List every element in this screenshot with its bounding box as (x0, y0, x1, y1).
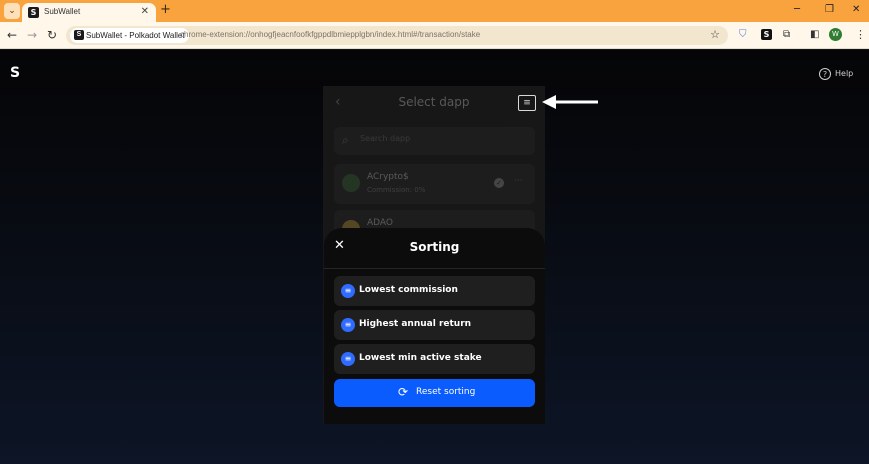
site-chip-label: SubWallet - Polkadot Wallet (86, 31, 185, 40)
sorting-sheet: ✕ Sorting ≡ Lowest commission ≡ Highest … (324, 228, 545, 424)
help-icon: ? (819, 67, 831, 80)
sort-icon: ≡ (341, 318, 355, 332)
sort-option-highest-annual-return[interactable]: ≡ Highest annual return (334, 310, 535, 340)
check-circle-icon: ✓ (494, 178, 504, 188)
tab-title: SubWallet (44, 7, 81, 16)
dapp-search-input[interactable] (360, 134, 520, 143)
sort-option-label: Lowest commission (359, 285, 458, 295)
panel-title: Select dapp (398, 95, 470, 109)
site-chip[interactable]: S SubWallet - Polkadot Wallet (70, 28, 189, 43)
subwallet-extension-icon[interactable]: S (761, 29, 772, 40)
dapp-list-item[interactable]: ACrypto$ Commission: 0% ✓ ··· (334, 164, 535, 204)
chrome-menu-icon[interactable]: ⋮ (855, 29, 866, 41)
back-arrow-icon[interactable]: ← (7, 28, 17, 42)
url-text[interactable]: chrome-extension://onhogfjeacnfoofkfgppd… (180, 30, 480, 39)
help-button[interactable]: ? Help (819, 67, 853, 80)
address-bar[interactable]: S SubWallet - Polkadot Wallet chrome-ext… (66, 26, 728, 45)
help-label: Help (835, 69, 854, 78)
search-icon: ⌕ (342, 133, 349, 147)
shield-extension-icon[interactable]: ⛉ (739, 29, 747, 41)
dapp-name: ACrypto$ (367, 172, 409, 182)
sort-option-lowest-min-active-stake[interactable]: ≡ Lowest min active stake (334, 344, 535, 374)
extensions-puzzle-icon[interactable]: ⧉ (783, 29, 790, 41)
page-viewport: S ?Help ‹ Select dapp ⌕ ACrypto$ Commiss… (0, 50, 869, 464)
sort-option-label: Lowest min active stake (359, 353, 482, 363)
forward-arrow-icon[interactable]: → (27, 28, 37, 42)
subwallet-favicon-icon: S (28, 7, 39, 18)
reload-icon[interactable]: ↻ (47, 28, 57, 42)
sort-button[interactable]: ≡ (518, 95, 536, 111)
window-close-icon[interactable]: ✕ (852, 4, 860, 16)
annotation-arrow-icon (542, 95, 598, 109)
more-icon[interactable]: ··· (514, 176, 523, 186)
minimize-icon[interactable]: ─ (794, 4, 800, 16)
reset-sorting-button[interactable]: ⟳ Reset sorting (334, 379, 535, 407)
tab-close-icon[interactable]: ✕ (141, 6, 149, 18)
tab-search-icon[interactable]: ⌄ (4, 3, 20, 19)
sort-option-label: Highest annual return (359, 319, 472, 329)
restore-icon[interactable]: ❐ (825, 4, 834, 16)
sort-option-lowest-commission[interactable]: ≡ Lowest commission (334, 276, 535, 306)
subwallet-logo-icon: S (10, 65, 21, 81)
bookmark-star-icon[interactable]: ☆ (710, 29, 720, 41)
browser-tab-strip: ⌄ S SubWallet ✕ + ─ ❐ ✕ (0, 0, 869, 22)
sort-icon: ≡ (341, 284, 355, 298)
dapp-subtitle: Commission: 0% (367, 186, 426, 194)
refresh-icon: ⟳ (398, 385, 409, 399)
side-panel-icon[interactable]: ◧ (810, 29, 819, 41)
profile-avatar[interactable]: W (829, 28, 842, 41)
subwallet-site-icon: S (74, 30, 84, 40)
browser-tab-subwallet[interactable]: S SubWallet ✕ (22, 3, 156, 22)
dapp-logo-icon (342, 174, 360, 192)
sort-icon: ≡ (341, 352, 355, 366)
dapp-name: ADAO (367, 218, 394, 228)
sheet-divider (324, 268, 545, 269)
dapp-search-box: ⌕ (334, 127, 535, 155)
sheet-title: Sorting (409, 240, 460, 254)
reset-sorting-label: Reset sorting (416, 387, 476, 397)
new-tab-button[interactable]: + (160, 3, 171, 17)
